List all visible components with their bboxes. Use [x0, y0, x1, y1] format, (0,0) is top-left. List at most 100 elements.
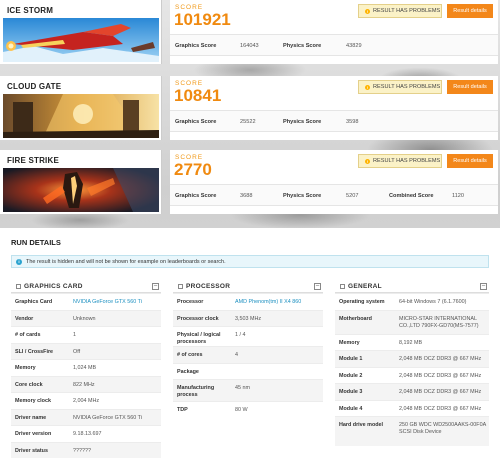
warning-icon: !: [365, 158, 370, 164]
result-has-problems-button[interactable]: ! RESULT HAS PROBLEMS: [358, 80, 442, 94]
detail-value: 64-bit Windows 7 (6.1.7600): [399, 299, 467, 305]
notice-text: The result is hidden and will not be sho…: [26, 258, 226, 265]
detail-value[interactable]: NVIDIA GeForce GTX 560 Ti: [73, 299, 158, 306]
detail-row: SLI / CrossFire Off: [11, 342, 161, 359]
detail-value: 3,503 MHz: [235, 315, 262, 322]
benchmark-thumbnail: ICE STORM: [0, 0, 162, 64]
benchmark-cloud-gate: CLOUD GATE SCORE 10841 ! RESULT HAS PROB…: [0, 76, 500, 140]
detail-row: # of cores 4: [173, 346, 323, 363]
run-details-section: RUN DETAILS i The result is hidden and w…: [0, 228, 500, 473]
collapse-button[interactable]: –: [152, 283, 159, 290]
detail-value: 2,048 MB OCZ DDR3 @ 667 MHz: [399, 372, 482, 379]
detail-key: Hard drive model: [339, 422, 384, 428]
detail-key: Core clock: [15, 381, 43, 388]
subscores-bar: Graphics Score 3688 Physics Score 5207 C…: [170, 184, 498, 206]
detail-key: Processor: [177, 299, 204, 305]
detail-value: 822 MHz: [73, 381, 95, 388]
subscore-value: 43829: [346, 43, 362, 49]
subscore-label: Graphics Score: [175, 43, 217, 49]
detail-key: # of cards: [15, 332, 41, 338]
warning-icon: !: [365, 8, 370, 14]
detail-value: 8,192 MB: [399, 339, 423, 346]
result-has-problems-button[interactable]: ! RESULT HAS PROBLEMS: [358, 4, 442, 18]
detail-row: Module 2 2,048 MB OCZ DDR3 @ 667 MHz: [335, 366, 489, 384]
detail-value: 45 nm: [235, 385, 250, 391]
result-has-problems-button[interactable]: ! RESULT HAS PROBLEMS: [358, 154, 442, 168]
detail-key: Vendor: [15, 315, 34, 322]
detail-value: MICRO-STAR INTERNATIONAL CO.,LTD 790FX-G…: [399, 315, 479, 329]
detail-key: Module 4: [339, 405, 363, 412]
subscore-label: Physics Score: [283, 119, 322, 125]
subscore-value: 3688: [240, 193, 253, 199]
detail-key: Module 3: [339, 389, 363, 395]
detail-value: 2,048 MB OCZ DDR3 @ 667 MHz: [399, 405, 482, 412]
subscores-bar: Graphics Score 25522 Physics Score 3598: [170, 110, 498, 132]
subscores-bar: Graphics Score 164043 Physics Score 4382…: [170, 34, 498, 56]
benchmark-thumbnail: FIRE STRIKE: [0, 150, 162, 214]
detail-row: Processor AMD Phenom(tm) II X4 860: [173, 293, 323, 310]
detail-value: 9.18.13.697: [73, 431, 102, 437]
detail-row: Memory 8,192 MB: [335, 333, 489, 351]
detail-value: Off: [73, 348, 81, 355]
detail-row: Driver name NVIDIA GeForce GTX 560 Ti: [11, 408, 161, 425]
detail-key: Package: [177, 368, 199, 375]
detail-row: Physical / logical processors 1 / 4: [173, 326, 323, 346]
detail-value: 1 / 4: [235, 332, 246, 338]
detail-key: Physical / logical processors: [177, 332, 221, 345]
detail-value: 80 W: [235, 407, 248, 413]
detail-key: Memory: [15, 365, 36, 371]
result-details-button[interactable]: Result details: [447, 80, 493, 94]
detail-row: Memory clock 2,004 MHz: [11, 392, 161, 409]
result-details-button[interactable]: Result details: [447, 4, 493, 18]
panel-title: GRAPHICS CARD: [16, 283, 83, 290]
detail-row: Motherboard MICRO-STAR INTERNATIONAL CO.,…: [335, 309, 489, 334]
detail-key: Graphics Card: [15, 299, 53, 305]
subscore-label: Graphics Score: [175, 193, 217, 199]
cloud-gate-artwork: [3, 94, 159, 138]
benchmark-ice-storm: ICE STORM SCORE 101921 ! RESULT HAS PROB…: [0, 0, 500, 64]
score-value: 2770: [174, 160, 212, 179]
detail-value: 4: [235, 352, 238, 358]
detail-row: TDP 80 W: [173, 401, 323, 418]
subscore-label: Combined Score: [389, 193, 434, 199]
hidden-result-notice: i The result is hidden and will not be s…: [11, 255, 489, 268]
detail-row: # of cards 1: [11, 326, 161, 343]
problem-label: RESULT HAS PROBLEMS: [373, 8, 441, 14]
graphics-card-panel: GRAPHICS CARD – Graphics Card NVIDIA GeFo…: [11, 280, 161, 468]
problem-label: RESULT HAS PROBLEMS: [373, 84, 441, 90]
benchmark-thumbnail: CLOUD GATE: [0, 76, 162, 140]
benchmark-fire-strike: FIRE STRIKE SCORE 2770 ! RESULT HAS PROB…: [0, 150, 500, 214]
detail-key: # of cores: [177, 352, 203, 358]
detail-key: TDP: [177, 407, 188, 413]
detail-value: 1,024 MB: [73, 365, 97, 371]
panel-header: GENERAL –: [335, 280, 489, 293]
detail-value: 1: [73, 332, 76, 338]
detail-value[interactable]: AMD Phenom(tm) II X4 860: [235, 299, 320, 306]
detail-row: Memory 1,024 MB: [11, 359, 161, 376]
detail-key: Operating system: [339, 299, 385, 305]
processor-panel: PROCESSOR – Processor AMD Phenom(tm) II X…: [173, 280, 323, 468]
ice-storm-artwork: [3, 18, 159, 62]
detail-key: SLI / CrossFire: [15, 348, 54, 355]
detail-value: NVIDIA GeForce GTX 560 Ti: [73, 414, 142, 421]
panel-title: PROCESSOR: [178, 283, 230, 290]
collapse-button[interactable]: –: [314, 283, 321, 290]
subscore-value: 5207: [346, 193, 359, 199]
detail-key: Manufacturing process: [177, 385, 215, 398]
subscore-value: 25522: [240, 119, 256, 125]
result-details-button[interactable]: Result details: [447, 154, 493, 168]
benchmark-title: CLOUD GATE: [7, 82, 62, 91]
score-value: 101921: [174, 10, 231, 29]
detail-row: Vendor Unknown: [11, 309, 161, 326]
benchmark-title: ICE STORM: [7, 6, 54, 15]
collapse-button[interactable]: –: [480, 283, 487, 290]
detail-value: 250 GB WDC WD2500AAKS-00F0A SCSI Disk De…: [399, 422, 486, 435]
detail-key: Processor clock: [177, 315, 219, 322]
run-details-title: RUN DETAILS: [11, 238, 61, 247]
detail-row: Core clock 822 MHz: [11, 375, 161, 392]
detail-value: 2,048 MB OCZ DDR3 @ 667 MHz: [399, 389, 482, 395]
detail-row: Module 1 2,048 MB OCZ DDR3 @ 667 MHz: [335, 350, 489, 367]
detail-key: Motherboard: [339, 315, 372, 322]
benchmark-title: FIRE STRIKE: [7, 156, 59, 165]
panel-header: PROCESSOR –: [173, 280, 323, 293]
